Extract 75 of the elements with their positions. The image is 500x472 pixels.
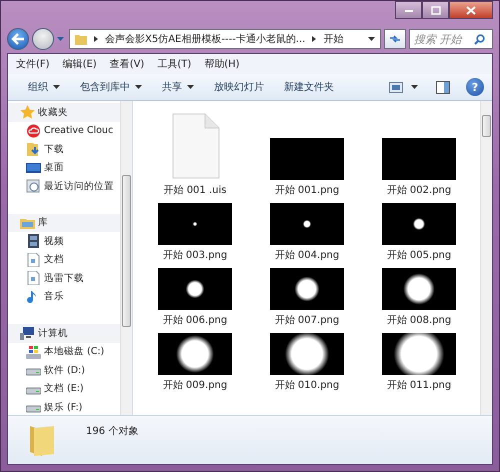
sidebar-item[interactable]: 计算机	[8, 324, 120, 342]
sidebar-item[interactable]: Creative Clouc	[8, 122, 120, 140]
item-count: 196 个对象	[86, 424, 138, 438]
preview-pane-icon[interactable]	[436, 80, 450, 94]
maximize-icon	[430, 6, 440, 14]
video-icon	[26, 234, 41, 248]
scrollbar[interactable]	[120, 101, 132, 415]
file-item[interactable]: 开始 003.png	[139, 197, 251, 262]
file-item[interactable]: 开始 011.png	[363, 327, 475, 392]
file-item[interactable]: 开始 002.png	[363, 105, 475, 197]
computer-icon	[20, 326, 35, 340]
chevron-icon[interactable]	[94, 36, 98, 42]
view-icon[interactable]	[389, 82, 403, 92]
desktop-icon	[26, 160, 41, 175]
cloud-icon	[26, 124, 41, 138]
menu-item[interactable]: 查看(V)	[110, 57, 144, 71]
sidebar-item[interactable]: 桌面	[8, 158, 120, 177]
sidebar-item[interactable]: 本地磁盘 (C:)	[8, 342, 120, 361]
menu-item[interactable]: 文件(F)	[16, 57, 50, 71]
refresh-button[interactable]	[384, 29, 406, 49]
file-item[interactable]: 开始 007.png	[251, 262, 363, 327]
toolbar-button[interactable]: 新建文件夹	[278, 76, 340, 98]
file-item[interactable]: 开始 001 .uis	[139, 105, 251, 197]
close-button[interactable]	[449, 1, 493, 19]
address-bar[interactable]: 会声会影X5仿AE相册模板----卡通小老鼠的... 开始	[69, 29, 381, 49]
back-arrow-icon	[11, 33, 25, 45]
doc-icon	[26, 271, 41, 286]
menu-item[interactable]: 编辑(E)	[62, 57, 97, 71]
caret-icon	[135, 85, 142, 89]
sidebar-item[interactable]: 文档	[8, 250, 120, 269]
sidebar-item[interactable]: 收藏夹	[8, 103, 120, 122]
scrollbar[interactable]	[480, 101, 492, 415]
close-icon	[466, 6, 476, 14]
folder-icon	[75, 33, 87, 45]
back-button[interactable]	[7, 28, 29, 50]
forward-button[interactable]	[32, 28, 54, 50]
caret-icon	[53, 85, 60, 89]
caret-icon	[187, 85, 194, 89]
file-item[interactable]: 开始 008.png	[363, 262, 475, 327]
toolbar-button[interactable]: 共享	[156, 76, 200, 98]
minimize-icon	[404, 7, 414, 13]
maximize-button[interactable]	[422, 1, 449, 19]
file-item[interactable]: 开始 006.png	[139, 262, 251, 327]
chevron-icon[interactable]	[312, 36, 316, 42]
file-item[interactable]: 开始 001.png	[251, 105, 363, 197]
minimize-button[interactable]	[395, 1, 422, 19]
refresh-icon	[389, 34, 401, 44]
menu-item[interactable]: 帮助(H)	[204, 57, 240, 71]
sidebar-item[interactable]: 软件 (D:)	[8, 361, 120, 380]
sidebar-item[interactable]: 迅雷下载	[8, 269, 120, 288]
toolbar-button[interactable]: 组织	[22, 76, 66, 98]
caret-icon[interactable]	[368, 37, 375, 41]
breadcrumb[interactable]: 开始	[323, 32, 344, 46]
menu-item[interactable]: 工具(T)	[157, 57, 192, 71]
breadcrumb[interactable]: 会声会影X5仿AE相册模板----卡通小老鼠的...	[105, 32, 306, 46]
file-item[interactable]: 开始 010.png	[251, 327, 363, 392]
sidebar-item[interactable]: 音乐	[8, 288, 120, 306]
search-field[interactable]: 搜索 开始	[409, 29, 493, 49]
star-icon	[20, 105, 35, 120]
sidebar-item[interactable]: 最近访问的位置	[8, 177, 120, 196]
system-drive-icon	[26, 344, 41, 359]
file-item[interactable]: 开始 004.png	[251, 197, 363, 262]
toolbar-button[interactable]: 放映幻灯片	[208, 76, 270, 98]
sidebar-item[interactable]: 视频	[8, 232, 120, 250]
file-item[interactable]: 开始 009.png	[139, 327, 251, 392]
download-icon	[26, 142, 41, 156]
doc-icon	[26, 252, 41, 267]
toolbar-button[interactable]: 包含到库中	[74, 76, 148, 98]
caret-icon[interactable]	[411, 85, 418, 89]
sidebar-item[interactable]: 库	[8, 214, 120, 232]
sidebar-item[interactable]: 文档 (E:)	[8, 380, 120, 398]
search-icon[interactable]	[474, 34, 485, 44]
file-item[interactable]: 开始 005.png	[363, 197, 475, 262]
sidebar-item[interactable]: 下载	[8, 140, 120, 158]
sidebar-item[interactable]: 娱乐 (F:)	[8, 398, 120, 415]
